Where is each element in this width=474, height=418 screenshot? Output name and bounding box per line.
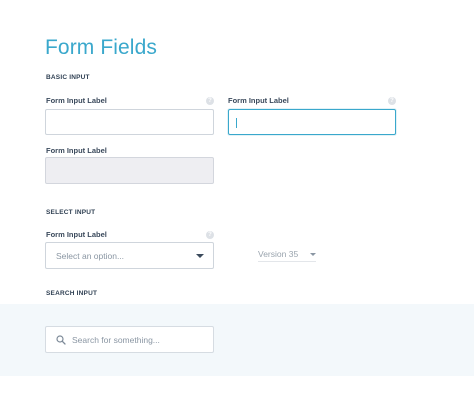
version-select-value: Version 35 xyxy=(258,249,299,259)
search-input[interactable]: Search for something... xyxy=(45,326,214,353)
focused-input-field[interactable] xyxy=(228,109,396,135)
version-select[interactable]: Version 35 xyxy=(258,249,316,262)
section-label-basic-input: BASIC INPUT xyxy=(46,74,90,81)
search-icon xyxy=(56,335,66,345)
section-label-select-input: SELECT INPUT xyxy=(46,209,96,216)
select-placeholder: Select an option... xyxy=(56,251,125,261)
field-label-basic-1: Form Input Label xyxy=(46,96,107,105)
disabled-input-field xyxy=(45,157,214,184)
search-placeholder: Search for something... xyxy=(72,335,160,345)
question-mark-icon[interactable]: ? xyxy=(388,97,396,105)
section-label-search-input: SEARCH INPUT xyxy=(46,290,98,297)
basic-input-field[interactable] xyxy=(45,109,214,135)
chevron-down-icon xyxy=(196,254,204,258)
text-caret xyxy=(236,118,237,128)
form-fields-page: Form Fields BASIC INPUT Form Input Label… xyxy=(0,0,474,418)
field-label-select: Form Input Label xyxy=(46,230,107,239)
page-title: Form Fields xyxy=(45,36,157,59)
chevron-down-icon xyxy=(310,253,316,256)
select-dropdown[interactable]: Select an option... xyxy=(45,242,214,269)
field-label-basic-3: Form Input Label xyxy=(46,146,107,155)
question-mark-icon[interactable]: ? xyxy=(206,97,214,105)
question-mark-icon[interactable]: ? xyxy=(206,231,214,239)
field-label-basic-2: Form Input Label xyxy=(228,96,289,105)
